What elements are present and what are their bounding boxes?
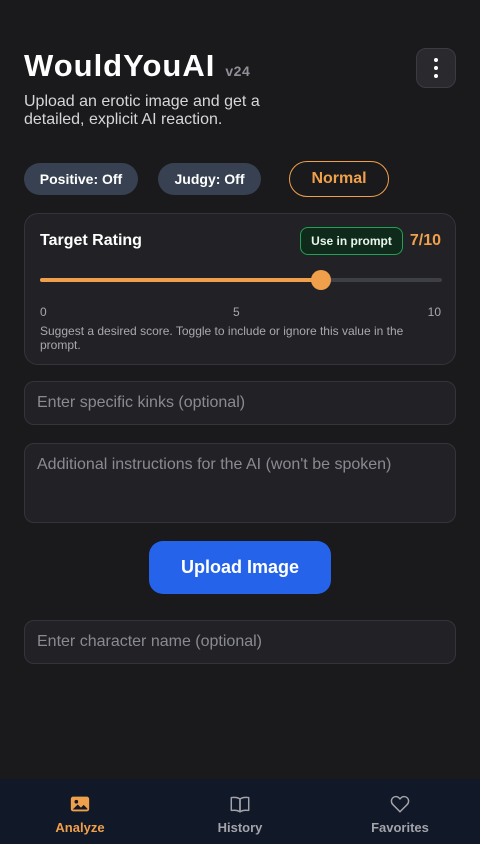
nav-analyze[interactable]: Analyze [0,779,160,844]
mode-toggle[interactable]: Normal [289,161,389,197]
app-title: WouldYouAI [24,48,216,83]
instructions-textarea[interactable] [24,443,456,523]
nav-analyze-label: Analyze [55,820,105,835]
rating-value: 7/10 [409,232,441,249]
kinks-input[interactable] [24,381,456,425]
image-icon [70,796,90,812]
app-screen: WouldYouAI v24 Upload an erotic image an… [0,0,480,844]
slider-mid-label: 5 [233,305,240,319]
kebab-menu-icon [434,66,438,70]
target-rating-card: Target Rating Use in prompt 7/10 0 5 10 … [24,213,456,365]
heart-icon [390,795,410,813]
slider-min-label: 0 [40,305,47,319]
version-badge: v24 [225,63,251,79]
upload-image-button[interactable]: Upload Image [149,541,331,594]
use-in-prompt-button[interactable]: Use in prompt [300,227,403,255]
nav-history-label: History [217,820,263,835]
rating-slider-thumb[interactable] [311,270,331,290]
rating-hint: Suggest a desired score. Toggle to inclu… [40,324,404,352]
kebab-menu-icon [434,74,438,78]
target-rating-title: Target Rating [40,232,142,249]
nav-history[interactable]: History [160,779,320,844]
positive-toggle[interactable]: Positive: Off [24,163,138,195]
more-menu-button[interactable] [416,48,456,88]
slider-max-label: 10 [427,305,441,319]
app-subtitle: Upload an erotic image and get a detaile… [24,93,260,128]
title-row: WouldYouAI v24 [24,48,250,84]
character-name-input[interactable] [24,620,456,664]
rating-slider-fill [40,278,321,282]
judgy-toggle[interactable]: Judgy: Off [158,163,261,195]
rating-slider[interactable] [40,270,442,290]
book-icon [230,796,250,813]
nav-favorites[interactable]: Favorites [320,779,480,844]
nav-favorites-label: Favorites [371,820,429,835]
kebab-menu-icon [434,58,438,62]
bottom-nav: Analyze History Favorites [0,779,480,844]
